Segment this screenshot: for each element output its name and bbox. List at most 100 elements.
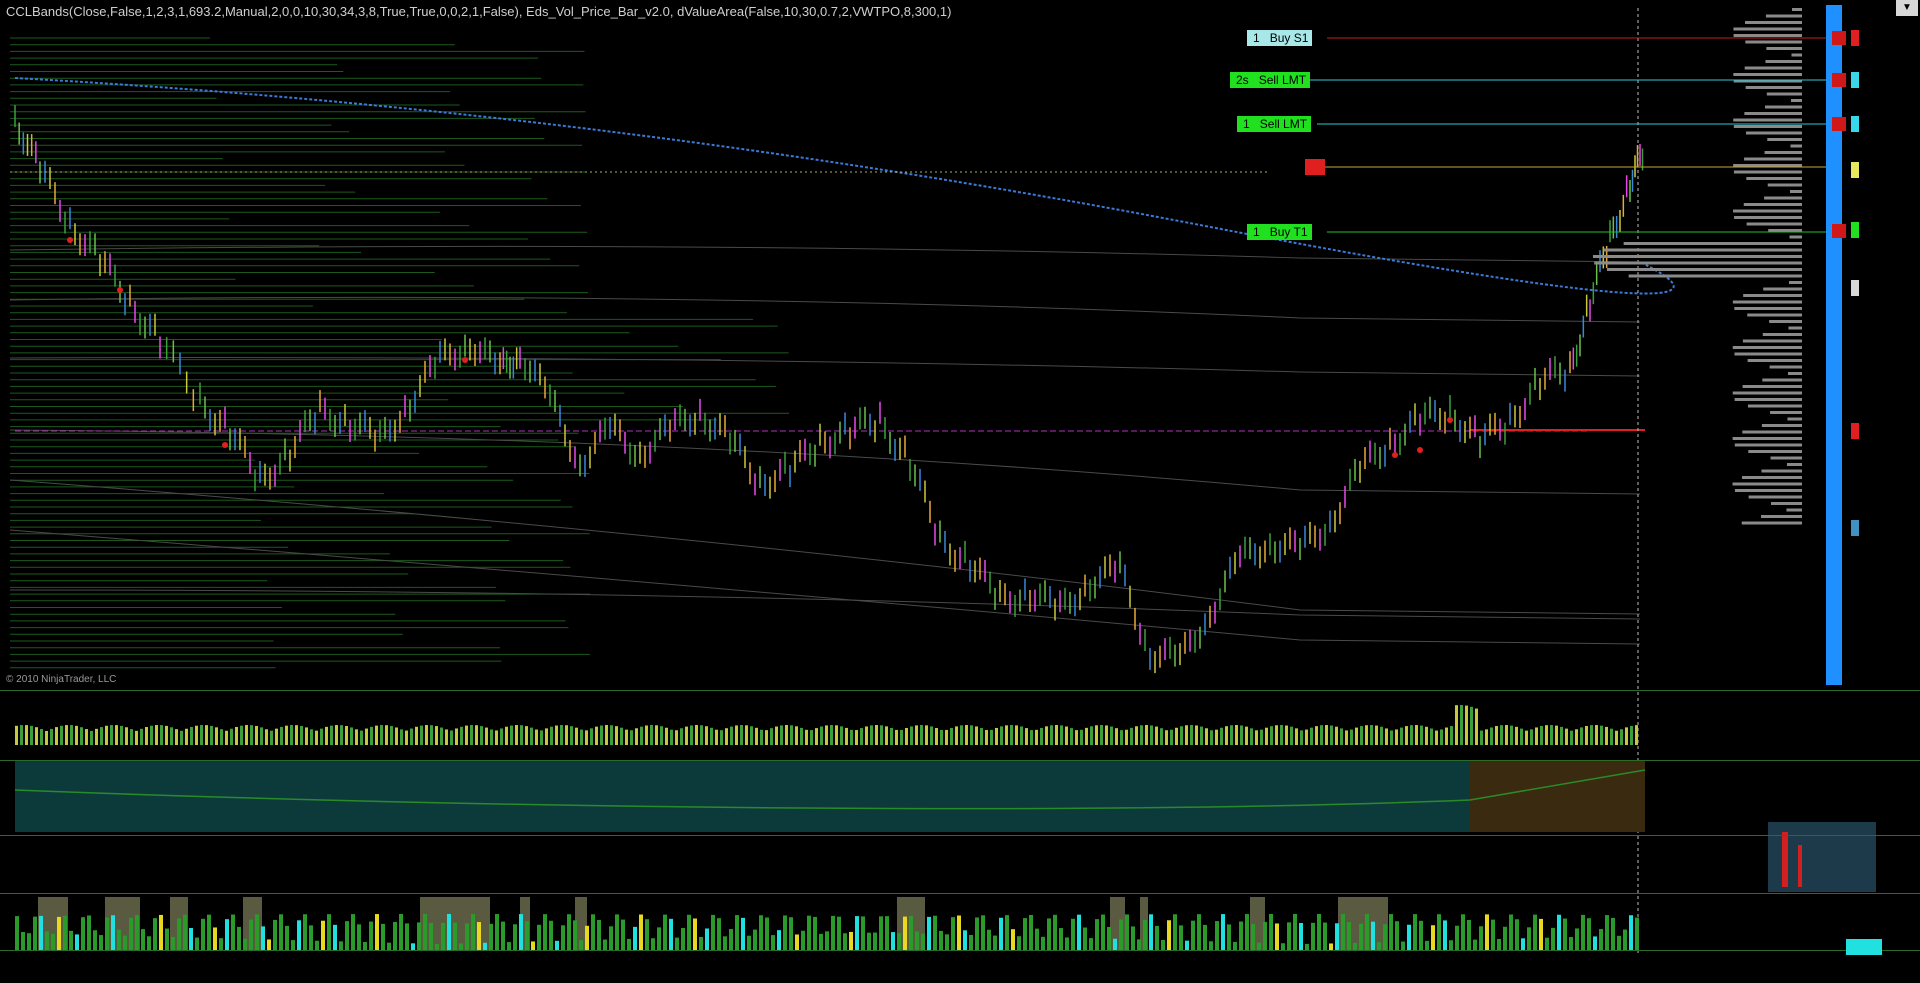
chevron-down-icon[interactable]: ▼ [1896, 0, 1918, 16]
delta-bar [915, 931, 919, 950]
profile-bar-right [1770, 456, 1802, 460]
volume-bar [1030, 730, 1033, 745]
delta-bar [801, 930, 805, 950]
volume-bar [215, 727, 218, 745]
delta-bar [933, 915, 937, 950]
delta-bar [255, 914, 259, 950]
volume-bar [505, 726, 508, 745]
distribution-spike [1798, 845, 1802, 887]
volume-bar [355, 729, 358, 745]
volume-bar [915, 725, 918, 745]
volume-bar [1570, 730, 1573, 745]
volume-bar [490, 729, 493, 745]
delta-bar [1497, 938, 1501, 950]
delta-bar [1443, 920, 1447, 950]
volume-bar [185, 728, 188, 745]
volume-bar [1055, 725, 1058, 745]
delta-bar [201, 918, 205, 950]
volume-bar [405, 730, 408, 745]
delta-bar [387, 942, 391, 950]
price-flag-697-8 [1851, 222, 1859, 238]
volume-bar [20, 725, 23, 745]
delta-bar [195, 937, 199, 950]
delta-bar [1425, 940, 1429, 950]
volume-bar [995, 727, 998, 745]
volume-bar [475, 725, 478, 745]
volume-bar [220, 729, 223, 745]
delta-bar [675, 937, 679, 950]
delta-bar [1215, 921, 1219, 950]
delta-bar [1131, 926, 1135, 950]
delta-bar [339, 941, 343, 950]
volume-bar [1005, 725, 1008, 745]
order-tag[interactable]: 1 Buy S1 [1247, 30, 1313, 46]
volume-bar [1315, 726, 1318, 745]
order-tag[interactable]: 1 Sell LMT [1237, 116, 1312, 132]
delta-bar [243, 938, 247, 950]
volume-bar [375, 725, 378, 745]
delta-bar [405, 923, 409, 950]
delta-bar [555, 940, 559, 950]
delta-bar [639, 914, 643, 950]
volume-bar [135, 730, 138, 745]
delta-bar [969, 934, 973, 950]
delta-bar [1269, 914, 1273, 950]
delta-bar [843, 933, 847, 950]
volume-bar [965, 725, 968, 745]
delta-bar [705, 928, 709, 950]
volume-bar [350, 727, 353, 745]
close-order-button[interactable] [1832, 73, 1846, 87]
delta-bar [213, 927, 217, 950]
delta-bar [411, 943, 415, 950]
volume-bar [550, 726, 553, 745]
volume-bar [1180, 726, 1183, 745]
profile-bar-right [1743, 294, 1802, 297]
volume-bar [1095, 725, 1098, 745]
volume-bar [1550, 725, 1553, 745]
delta-bar [909, 915, 913, 950]
volume-bar [280, 726, 283, 745]
volume-bar [1525, 730, 1528, 745]
volume-bar [170, 727, 173, 745]
delta-bar [459, 943, 463, 950]
delta-bar [1179, 925, 1183, 950]
profile-bar-right [1764, 105, 1802, 109]
delta-bar [1263, 921, 1267, 950]
volume-bar [1135, 726, 1138, 745]
close-order-button[interactable] [1832, 31, 1846, 45]
delta-bar [477, 922, 481, 950]
delta-bar [1167, 920, 1171, 950]
delta-bar [1401, 941, 1405, 950]
delta-value [1846, 939, 1882, 955]
close-order-button[interactable] [1832, 117, 1846, 131]
volume-bar [730, 726, 733, 745]
volume-bar [935, 728, 938, 745]
volume-bar [1240, 725, 1243, 745]
delta-bar [1623, 929, 1627, 950]
delta-bar [939, 930, 943, 950]
signal-dot [117, 287, 123, 293]
price-flag-693-2 [1851, 423, 1859, 439]
volume-bar [1590, 725, 1593, 745]
delta-bar [603, 939, 607, 950]
delta-bar [1221, 914, 1225, 950]
delta-bar [783, 915, 787, 950]
volume-bar [1375, 725, 1378, 745]
delta-bar [825, 931, 829, 950]
delta-bar [1041, 936, 1045, 950]
price-flag-691-0 [1851, 520, 1859, 536]
delta-bar [609, 926, 613, 950]
profile-bar-right [1594, 261, 1802, 265]
profile-bar-right [1628, 274, 1802, 278]
volume-bar [325, 726, 328, 745]
volume-bar [585, 730, 588, 745]
position-qty[interactable] [1305, 159, 1325, 175]
close-order-button[interactable] [1832, 224, 1846, 238]
delta-bar [981, 915, 985, 950]
volume-bar [360, 730, 363, 745]
delta-bar [1029, 914, 1033, 950]
volume-bar [540, 730, 543, 745]
delta-bar [1371, 921, 1375, 950]
order-tag[interactable]: 2s Sell LMT [1230, 72, 1311, 88]
order-tag[interactable]: 1 Buy T1 [1247, 224, 1312, 240]
